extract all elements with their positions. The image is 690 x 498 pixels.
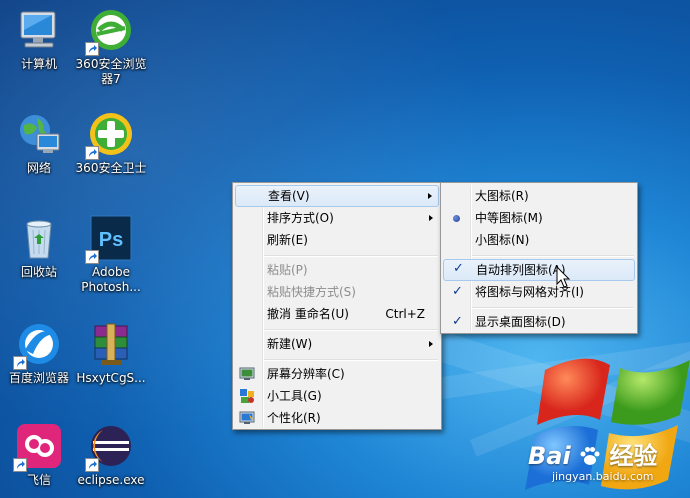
watermark-brand: Bai 经验 (528, 436, 657, 471)
submenu-arrow-icon (428, 193, 432, 199)
desktop-icon-label: 计算机 (20, 57, 57, 71)
baidu-paw-icon (580, 447, 600, 465)
menu-item-label: 个性化(R) (267, 411, 321, 425)
menu-item-align-to-grid[interactable]: ✓ 将图标与网格对齐(I) (443, 281, 635, 303)
menu-item-new[interactable]: 新建(W) (235, 333, 439, 355)
shortcut-arrow-icon (13, 356, 27, 370)
desktop-icon-network[interactable]: 网络 (0, 110, 78, 176)
menu-item-label: 撤消 重命名(U) (267, 307, 349, 321)
desktop-context-menu: 查看(V) 排序方式(O) 刷新(E) 粘贴(P) 粘贴快捷方式(S) 撤消 重… (232, 182, 442, 430)
menu-item-gadgets[interactable]: 小工具(G) (235, 385, 439, 407)
desktop-icon-label: HsxytCgS... (76, 371, 146, 385)
watermark-brand-left: Bai (528, 442, 571, 470)
check-mark-icon: ✓ (452, 284, 463, 299)
menu-item-label: 小工具(G) (267, 389, 322, 403)
menu-separator (472, 307, 634, 309)
menu-item-shortcut: Ctrl+Z (385, 307, 425, 321)
desktop-icon-computer[interactable]: 计算机 (0, 6, 78, 72)
menu-item-small-icons[interactable]: 小图标(N) (443, 229, 635, 251)
desktop-icon-label: 360安全浏览器7 (75, 57, 147, 86)
menu-item-label: 排序方式(O) (267, 211, 334, 225)
menu-item-paste[interactable]: 粘贴(P) (235, 259, 439, 281)
menu-item-view[interactable]: 查看(V) (235, 185, 439, 207)
desktop-icon-label: 回收站 (20, 265, 57, 279)
menu-item-screen-resolution[interactable]: 屏幕分辨率(C) (235, 363, 439, 385)
menu-item-label: 小图标(N) (475, 233, 530, 247)
desktop-icon-label: eclipse.exe (77, 473, 145, 487)
menu-separator (264, 359, 438, 361)
menu-item-label: 查看(V) (268, 189, 310, 203)
desktop-icon-photoshop[interactable]: Ps Adobe Photosh... (72, 214, 150, 295)
desktop-icon-360-safe-guard[interactable]: 360安全卫士 (72, 110, 150, 176)
desktop-icon-label: 360安全卫士 (75, 161, 147, 175)
menu-item-personalize[interactable]: 个性化(R) (235, 407, 439, 429)
desktop-icon-winrar-archive[interactable]: HsxytCgS... (72, 320, 150, 386)
desktop-icon-recycle-bin[interactable]: 回收站 (0, 214, 78, 280)
menu-item-label: 粘贴快捷方式(S) (267, 285, 356, 299)
desktop-icon-label: 飞信 (26, 473, 51, 487)
menu-separator (472, 255, 634, 257)
shortcut-arrow-icon (85, 250, 99, 264)
menu-separator (264, 329, 438, 331)
check-mark-icon: ✓ (452, 314, 463, 329)
menu-item-refresh[interactable]: 刷新(E) (235, 229, 439, 251)
watermark-brand-right: 经验 (609, 442, 658, 470)
svg-text:Ps: Ps (99, 229, 123, 251)
winrar-archive-icon (94, 323, 128, 365)
personalize-icon (239, 411, 255, 424)
menu-item-label: 自动排列图标(A) (476, 263, 566, 277)
computer-icon (20, 11, 56, 48)
network-icon (20, 115, 60, 153)
menu-item-paste-shortcut[interactable]: 粘贴快捷方式(S) (235, 281, 439, 303)
menu-item-undo-rename[interactable]: 撤消 重命名(U) Ctrl+Z (235, 303, 439, 325)
gadgets-icon (240, 389, 254, 403)
menu-item-auto-arrange[interactable]: ✓ 自动排列图标(A) (443, 259, 635, 281)
menu-item-label: 粘贴(P) (267, 263, 308, 277)
recycle-bin-icon (26, 220, 52, 259)
screen-resolution-icon (239, 367, 255, 380)
shortcut-arrow-icon (85, 458, 99, 472)
radio-bullet-icon (453, 215, 460, 222)
view-submenu: 大图标(R) 中等图标(M) 小图标(N) ✓ 自动排列图标(A) ✓ 将图标与… (440, 182, 638, 334)
menu-item-label: 刷新(E) (267, 233, 308, 247)
menu-item-large-icons[interactable]: 大图标(R) (443, 185, 635, 207)
shortcut-arrow-icon (85, 42, 99, 56)
menu-separator (264, 255, 438, 257)
menu-item-sort-by[interactable]: 排序方式(O) (235, 207, 439, 229)
menu-item-label: 大图标(R) (475, 189, 529, 203)
menu-item-label: 新建(W) (267, 337, 313, 351)
menu-item-medium-icons[interactable]: 中等图标(M) (443, 207, 635, 229)
check-mark-icon: ✓ (453, 261, 464, 276)
desktop-icon-baidu-browser[interactable]: 百度浏览器 (0, 320, 78, 386)
menu-item-label: 中等图标(M) (475, 211, 543, 225)
desktop-icon-label: 百度浏览器 (8, 371, 69, 385)
submenu-arrow-icon (429, 215, 433, 221)
watermark-url: jingyan.baidu.com (552, 470, 654, 483)
desktop-icon-label: 网络 (26, 161, 51, 175)
menu-item-show-desktop-icons[interactable]: ✓ 显示桌面图标(D) (443, 311, 635, 333)
desktop-icon-fetion[interactable]: 飞信 (0, 422, 78, 488)
submenu-arrow-icon (429, 341, 433, 347)
shortcut-arrow-icon (85, 146, 99, 160)
mouse-cursor-icon (556, 266, 571, 288)
menu-item-label: 显示桌面图标(D) (475, 315, 566, 329)
menu-item-label: 屏幕分辨率(C) (267, 367, 345, 381)
desktop-icon-eclipse[interactable]: eclipse.exe (72, 422, 150, 488)
shortcut-arrow-icon (13, 458, 27, 472)
desktop-icon-label: Adobe Photosh... (81, 265, 141, 294)
desktop-icon-360-browser[interactable]: 360安全浏览器7 (72, 6, 150, 87)
